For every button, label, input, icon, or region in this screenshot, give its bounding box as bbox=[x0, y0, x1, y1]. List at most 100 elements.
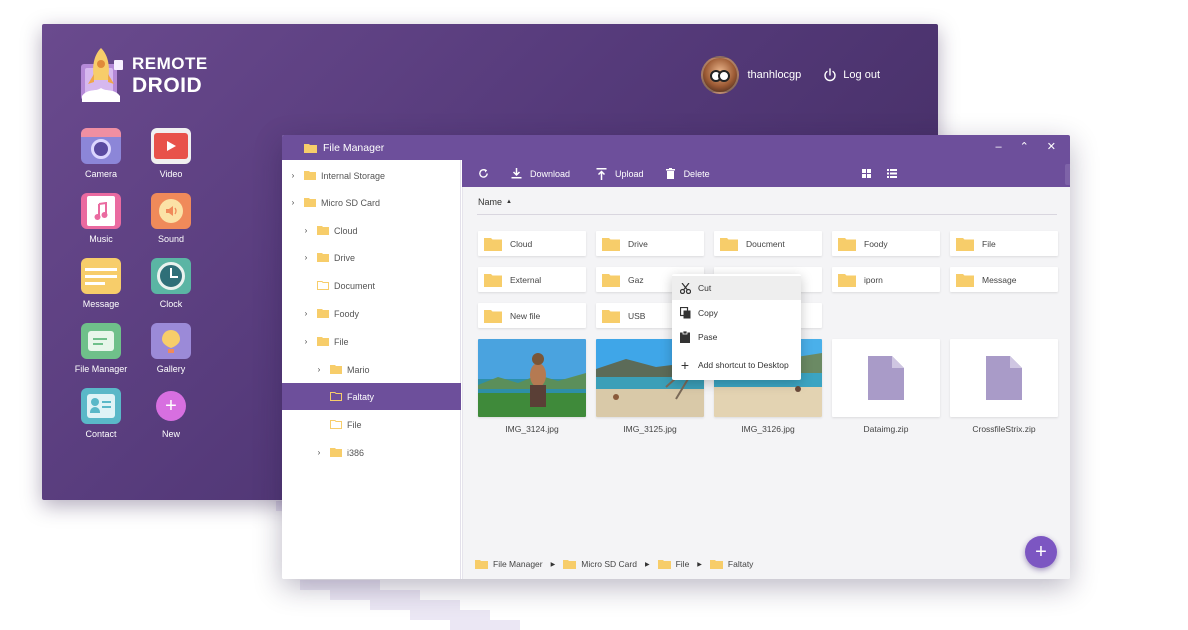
delete-button[interactable]: Delete bbox=[665, 168, 710, 179]
sort-ascending-icon: ▲ bbox=[506, 199, 512, 205]
shadow-step bbox=[370, 600, 460, 610]
app-camera[interactable]: Camera bbox=[66, 128, 136, 179]
contact-icon bbox=[81, 388, 121, 424]
rocket-logo-icon bbox=[78, 46, 124, 104]
tree-label: Faltaty bbox=[347, 391, 375, 402]
logout-button[interactable]: Log out bbox=[823, 68, 880, 82]
folder-outline-icon bbox=[330, 420, 342, 429]
list-view-icon[interactable] bbox=[886, 169, 897, 178]
download-button[interactable]: Download bbox=[511, 168, 570, 179]
sort-by-name[interactable]: Name ▲ bbox=[478, 197, 512, 207]
folder-item[interactable]: File bbox=[950, 231, 1058, 256]
app-logo: REMOTE DROID bbox=[78, 46, 208, 104]
app-contact[interactable]: Contact bbox=[66, 388, 136, 439]
plus-icon: + bbox=[151, 388, 191, 424]
app-label: Sound bbox=[157, 234, 185, 244]
tree-item-cloud[interactable]: › Cloud bbox=[282, 217, 461, 244]
folder-icon bbox=[956, 273, 974, 287]
breadcrumb-item[interactable]: Faltaty bbox=[709, 559, 754, 569]
folder-name: Cloud bbox=[510, 238, 533, 249]
context-menu: Cut Copy Pase + Add shortcut to Desktop bbox=[672, 274, 801, 380]
plus-icon: + bbox=[1035, 540, 1047, 563]
file-item-zip[interactable]: CrossfileStrix.zip bbox=[950, 339, 1058, 434]
file-item-image[interactable]: IMG_3124.jpg bbox=[478, 339, 586, 434]
upload-button[interactable]: Upload bbox=[596, 167, 644, 180]
gallery-icon bbox=[151, 323, 191, 359]
tree-item-mario[interactable]: › Mario bbox=[282, 356, 461, 383]
close-icon[interactable]: ✕ bbox=[1047, 142, 1056, 153]
folder-tree: › Internal Storage › Micro SD Card › Clo… bbox=[282, 160, 461, 579]
folder-name: Message bbox=[982, 274, 1017, 285]
shadow-step bbox=[410, 610, 490, 620]
app-file-manager[interactable]: File Manager bbox=[66, 323, 136, 374]
chevron-right-icon: › bbox=[317, 448, 321, 457]
app-clock[interactable]: Clock bbox=[136, 258, 206, 309]
folder-name: Doucment bbox=[746, 238, 785, 249]
username: thanhlocgp bbox=[747, 69, 802, 81]
tree-item-foody[interactable]: › Foody bbox=[282, 300, 461, 327]
search-input[interactable] bbox=[1065, 164, 1070, 185]
upload-icon bbox=[596, 167, 607, 180]
folder-item[interactable]: Foody bbox=[832, 231, 940, 256]
clock-icon bbox=[151, 258, 191, 294]
app-music[interactable]: Music bbox=[66, 193, 136, 244]
menu-label: Add shortcut to Desktop bbox=[698, 360, 789, 370]
menu-item-add-shortcut[interactable]: + Add shortcut to Desktop bbox=[672, 353, 801, 377]
file-item-zip[interactable]: Dataimg.zip bbox=[832, 339, 940, 434]
folder-icon bbox=[563, 560, 577, 569]
folder-item[interactable]: New file bbox=[478, 303, 586, 328]
maximize-icon[interactable]: ⌃ bbox=[1020, 142, 1029, 153]
app-video[interactable]: Video bbox=[136, 128, 206, 179]
app-message[interactable]: Message bbox=[66, 258, 136, 309]
refresh-icon[interactable] bbox=[478, 168, 489, 179]
breadcrumb-item[interactable]: File bbox=[657, 559, 690, 569]
tree-item-drive[interactable]: › Drive bbox=[282, 244, 461, 271]
grid-view-icon[interactable] bbox=[861, 169, 871, 178]
avatar[interactable] bbox=[701, 56, 740, 94]
breadcrumb-label: File bbox=[675, 559, 690, 569]
folder-item[interactable]: Message bbox=[950, 267, 1058, 292]
menu-item-paste[interactable]: Pase bbox=[672, 325, 801, 349]
clipboard-icon bbox=[672, 331, 698, 343]
add-fab-button[interactable]: + bbox=[1025, 536, 1057, 568]
folder-item[interactable]: iporn bbox=[832, 267, 940, 292]
copy-icon bbox=[672, 307, 698, 319]
minimize-icon[interactable]: – bbox=[995, 142, 1001, 153]
folder-item[interactable]: Cloud bbox=[478, 231, 586, 256]
menu-item-cut[interactable]: Cut bbox=[672, 276, 801, 300]
breadcrumb: File Manager ▶ Micro SD Card ▶ File ▶ Fa… bbox=[475, 559, 753, 569]
stage: REMOTE DROID thanhlocgp Log out Camera V… bbox=[0, 0, 1188, 630]
folder-item[interactable]: Drive bbox=[596, 231, 704, 256]
folder-name: iporn bbox=[864, 274, 883, 285]
chevron-right-icon: › bbox=[291, 171, 295, 180]
chevron-right-icon: › bbox=[304, 226, 308, 235]
folder-icon bbox=[956, 237, 974, 251]
tree-item-document[interactable]: Document bbox=[282, 272, 461, 299]
menu-label: Cut bbox=[698, 283, 712, 293]
folder-item[interactable]: Doucment bbox=[714, 231, 822, 256]
app-gallery[interactable]: Gallery bbox=[136, 323, 206, 374]
tree-item-faltaty[interactable]: Faltaty bbox=[282, 383, 461, 410]
menu-item-copy[interactable]: Copy bbox=[672, 301, 801, 325]
folder-name: File bbox=[982, 238, 996, 249]
breadcrumb-item[interactable]: File Manager bbox=[475, 559, 543, 569]
breadcrumb-item[interactable]: Micro SD Card bbox=[563, 559, 637, 569]
folder-icon bbox=[304, 198, 316, 207]
tree-item-internal-storage[interactable]: › Internal Storage bbox=[282, 162, 461, 189]
tree-item-micro-sd-card[interactable]: › Micro SD Card bbox=[282, 189, 461, 216]
chevron-right-icon: › bbox=[291, 198, 295, 207]
tree-item-file-2[interactable]: File bbox=[282, 411, 461, 438]
breadcrumb-label: Micro SD Card bbox=[581, 559, 637, 569]
app-label: Music bbox=[89, 234, 113, 244]
folder-item[interactable]: External bbox=[478, 267, 586, 292]
folder-name: USB bbox=[628, 310, 646, 321]
tree-item-i386[interactable]: › i386 bbox=[282, 439, 461, 466]
shadow-step bbox=[330, 590, 420, 600]
plus-icon: + bbox=[680, 357, 690, 373]
chevron-right-icon: › bbox=[304, 309, 308, 318]
tree-label: Cloud bbox=[334, 225, 358, 236]
app-sound[interactable]: Sound bbox=[136, 193, 206, 244]
tree-item-file[interactable]: › File bbox=[282, 328, 461, 355]
app-new[interactable]: + New bbox=[136, 388, 206, 439]
breadcrumb-label: Faltaty bbox=[727, 559, 754, 569]
